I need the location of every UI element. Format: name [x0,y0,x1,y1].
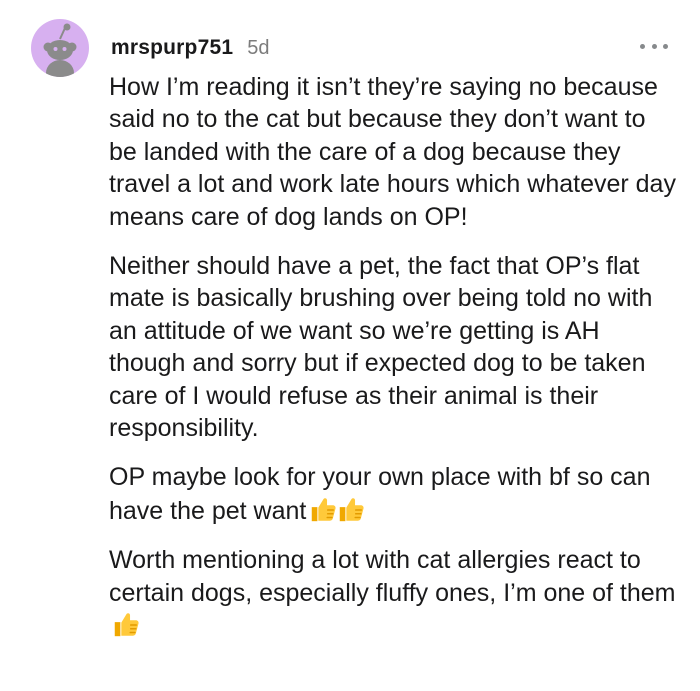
comment-paragraph: OP maybe look for your own place with bf… [109,461,679,527]
ellipsis-dot [663,43,668,49]
comment: mrspurp751 5d How I’m reading it isn’t t… [0,0,700,691]
thumbs-up-icon [340,498,364,522]
username[interactable]: mrspurp751 [111,36,233,60]
comment-paragraph: Worth mentioning a lot with cat allergie… [109,544,679,642]
ellipsis-dot [651,43,657,49]
paragraph-text: Neither should have a pet, the fact that… [109,252,653,443]
thumbs-up-icon [312,498,336,522]
comment-header: mrspurp751 5d [111,36,269,60]
comment-paragraph: How I’m reading it isn’t they’re saying … [109,71,679,233]
ellipsis-dot [640,43,645,49]
avatar[interactable] [31,19,89,77]
paragraph-text: How I’m reading it isn’t they’re saying … [109,73,676,231]
comment-paragraph: Neither should have a pet, the fact that… [109,250,679,444]
paragraph-text: OP maybe look for your own place with bf… [109,463,651,525]
paragraph-text: Worth mentioning a lot with cat allergie… [109,546,676,607]
more-options-button[interactable] [640,36,668,56]
snoo-avatar-icon [43,23,77,77]
thumbs-up-icon [114,613,139,637]
comment-body: How I’m reading it isn’t they’re saying … [109,71,679,660]
timestamp: 5d [247,37,270,59]
